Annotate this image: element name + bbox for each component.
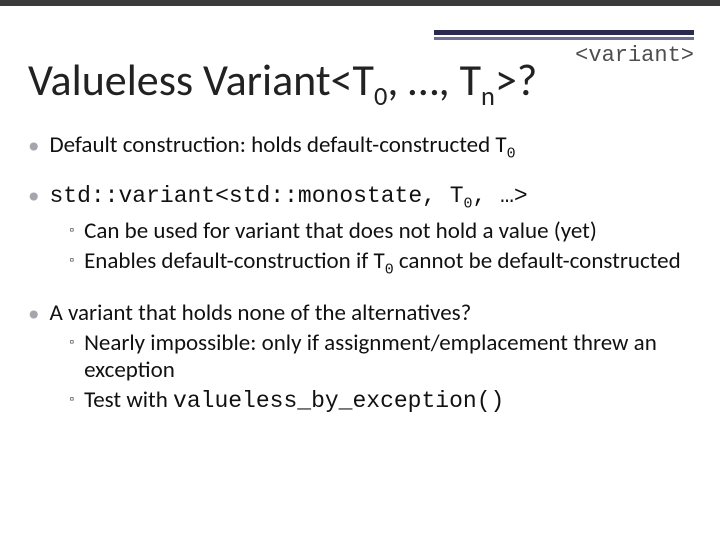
bullet-dot-icon: • xyxy=(28,182,39,282)
sub-bullet-icon: ▫ xyxy=(69,254,74,280)
bullet-2-sub-2: ▫ Enables default-construction if T0 can… xyxy=(69,248,698,280)
title-pre: Valueless Variant<T xyxy=(28,53,374,107)
bullet-3: • A variant that holds none of the alter… xyxy=(28,300,698,417)
bullet-dot-icon: • xyxy=(28,132,39,164)
title-post: >? xyxy=(495,53,537,107)
b3-s2-code: valueless_by_exception() xyxy=(173,388,504,414)
b2-s2-post: cannot be default-constructed xyxy=(394,247,681,275)
b3-text: A variant that holds none of the alterna… xyxy=(49,299,471,327)
b2-s1: Can be used for variant that does not ho… xyxy=(84,218,597,244)
bullet-2-sub-1: ▫ Can be used for variant that does not … xyxy=(69,218,698,244)
title-sub1: 0 xyxy=(374,81,387,113)
b2-s2: Enables default-construction if T0 canno… xyxy=(84,248,681,280)
b2-s2-pre: Enables default-construction if T xyxy=(84,247,385,275)
content-area: • Default construction: holds default-co… xyxy=(28,132,698,435)
top-accent-bar xyxy=(0,0,720,6)
bullet-3-sub-1: ▫ Nearly impossible: only if assignment/… xyxy=(69,330,698,383)
b2-code: std::variant<std::monostate, T0, …> xyxy=(49,183,527,209)
title-sub2: n xyxy=(481,81,495,113)
b3-s2-pre: Test with xyxy=(84,386,173,414)
bullet-dot-icon: • xyxy=(28,300,39,417)
b2-code-pre: std::variant<std::monostate, T xyxy=(49,183,463,209)
bullet-1: • Default construction: holds default-co… xyxy=(28,132,698,164)
b1-pre: Default construction: holds default-cons… xyxy=(49,131,506,159)
b1-sub: 0 xyxy=(507,147,516,163)
b2-s2-sub: 0 xyxy=(385,263,394,279)
b2-code-sub: 0 xyxy=(464,196,473,212)
b2-code-post: , …> xyxy=(473,183,528,209)
sub-bullet-icon: ▫ xyxy=(69,336,74,383)
bullet-1-text: Default construction: holds default-cons… xyxy=(49,132,698,164)
sub-bullet-icon: ▫ xyxy=(69,224,74,244)
slide-title: Valueless Variant<T0, …, Tn>? xyxy=(28,53,537,113)
bullet-3-sub-2: ▫ Test with valueless_by_exception() xyxy=(69,387,698,414)
b3-s2: Test with valueless_by_exception() xyxy=(84,387,504,414)
title-mid: , …, T xyxy=(387,53,481,107)
b3-s1: Nearly impossible: only if assignment/em… xyxy=(84,330,698,383)
sub-bullet-icon: ▫ xyxy=(69,393,74,414)
bullet-2: • std::variant<std::monostate, T0, …> ▫ … xyxy=(28,182,698,282)
